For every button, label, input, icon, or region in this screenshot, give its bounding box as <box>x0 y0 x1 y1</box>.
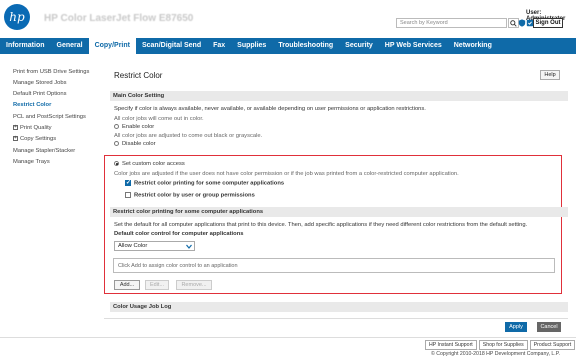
radio-label: Set custom color access <box>122 161 185 168</box>
radio-enable-color[interactable]: Enable color <box>114 124 154 130</box>
sidebar-item-label: Copy Settings <box>20 136 57 143</box>
apps-desc: Set the default for all computer applica… <box>114 222 528 228</box>
radio-icon[interactable] <box>114 141 119 146</box>
sidebar-item-manage-trays[interactable]: Manage Trays <box>13 159 50 165</box>
checkbox-restrict-users[interactable]: Restrict color by user or group permissi… <box>125 192 255 199</box>
radio-label: Enable color <box>122 124 155 131</box>
radio-icon[interactable] <box>114 124 119 129</box>
tab-networking[interactable]: Networking <box>448 38 498 54</box>
section-color-usage-job-log: Color Usage Job Log <box>110 302 568 312</box>
help-button[interactable]: Help <box>540 70 560 80</box>
checkbox-icon[interactable] <box>125 192 131 198</box>
tab-supplies[interactable]: Supplies <box>231 38 272 54</box>
checkbox-label: Restrict color printing for some compute… <box>134 180 285 187</box>
footer-divider <box>0 337 576 338</box>
tab-troubleshooting[interactable]: Troubleshooting <box>272 38 339 54</box>
hp-logo: hp <box>4 4 30 30</box>
add-button[interactable]: Add... <box>114 280 140 290</box>
main-nav: Information General Copy/Print Scan/Digi… <box>0 38 576 54</box>
checkmark-icon[interactable]: ✓ <box>125 180 131 186</box>
link-hp-instant-support[interactable]: HP Instant Support <box>425 340 477 350</box>
section-restrict-apps: Restrict color printing for some compute… <box>110 207 568 217</box>
tab-fax[interactable]: Fax <box>207 38 231 54</box>
search-input[interactable] <box>396 18 507 28</box>
radio-label: Disable color <box>122 141 156 148</box>
sidebar-item-restrict-color[interactable]: Restrict Color <box>13 102 51 108</box>
shield-icon[interactable] <box>518 19 526 27</box>
copyright: © Copyright 2010-2018 HP Development Com… <box>431 351 560 357</box>
sidebar-item-pcl-postscript[interactable]: PCL and PostScript Settings <box>13 114 86 120</box>
checkbox-label: Restrict color by user or group permissi… <box>134 192 255 199</box>
checkbox-restrict-apps[interactable]: ✓ Restrict color printing for some comput… <box>125 180 284 187</box>
link-shop-for-supplies[interactable]: Shop for Supplies <box>478 340 528 350</box>
disable-desc: All color jobs are adjusted to come out … <box>114 133 263 139</box>
sidebar-item-default-print-options[interactable]: Default Print Options <box>13 91 67 97</box>
link-product-support[interactable]: Product Support <box>529 340 576 350</box>
enable-desc: All color jobs will come out in color. <box>114 116 204 122</box>
list-hint: Click Add to assign color control to an … <box>118 263 238 269</box>
chevron-down-icon <box>186 244 192 252</box>
sidebar: Print from USB Drive Settings Manage Sto… <box>0 54 106 344</box>
select-value: Allow Color <box>118 243 148 249</box>
tab-copy-print[interactable]: Copy/Print <box>88 38 136 54</box>
expand-icon[interactable]: + <box>13 136 18 141</box>
radio-icon[interactable] <box>114 161 119 166</box>
remove-button[interactable]: Remove... <box>176 280 212 290</box>
sign-out-button[interactable]: Sign Out <box>533 18 563 28</box>
edit-button[interactable]: Edit... <box>145 280 169 290</box>
product-name: HP Color LaserJet Flow E87650 <box>44 13 194 24</box>
application-list[interactable]: Click Add to assign color control to an … <box>113 258 555 273</box>
apply-button[interactable]: Apply <box>505 322 527 332</box>
header: hp HP Color LaserJet Flow E87650 User: A… <box>0 0 576 38</box>
intro-text: Specify if color is always available, ne… <box>114 106 426 112</box>
sidebar-item-label: Print Quality <box>20 125 52 132</box>
footer-links: HP Instant Support Shop for Supplies Pro… <box>425 340 576 350</box>
tab-information[interactable]: Information <box>0 38 51 54</box>
cancel-button[interactable]: Cancel <box>537 322 561 332</box>
divider <box>104 318 568 319</box>
sidebar-item-print-quality[interactable]: + Print Quality <box>13 125 52 131</box>
radio-disable-color[interactable]: Disable color <box>114 141 156 147</box>
sidebar-item-print-from-usb[interactable]: Print from USB Drive Settings <box>13 69 89 75</box>
tab-scan-digital-send[interactable]: Scan/Digital Send <box>136 38 207 54</box>
expand-icon[interactable]: + <box>13 125 18 130</box>
default-control-select[interactable]: Allow Color <box>114 241 195 251</box>
section-main-color-setting: Main Color Setting <box>110 91 568 101</box>
radio-custom-color[interactable]: Set custom color access <box>114 161 185 167</box>
page-title: Restrict Color <box>114 71 163 80</box>
tab-security[interactable]: Security <box>339 38 379 54</box>
default-control-label: Default color control for computer appli… <box>114 231 244 237</box>
sidebar-item-manage-stapler[interactable]: Manage Stapler/Stacker <box>13 148 75 154</box>
tab-general[interactable]: General <box>51 38 89 54</box>
custom-desc: Color jobs are adjusted if the user does… <box>114 171 459 177</box>
sidebar-item-manage-stored-jobs[interactable]: Manage Stored Jobs <box>13 80 67 86</box>
tab-hp-web-services[interactable]: HP Web Services <box>379 38 448 54</box>
sidebar-item-copy-settings[interactable]: + Copy Settings <box>13 136 56 142</box>
